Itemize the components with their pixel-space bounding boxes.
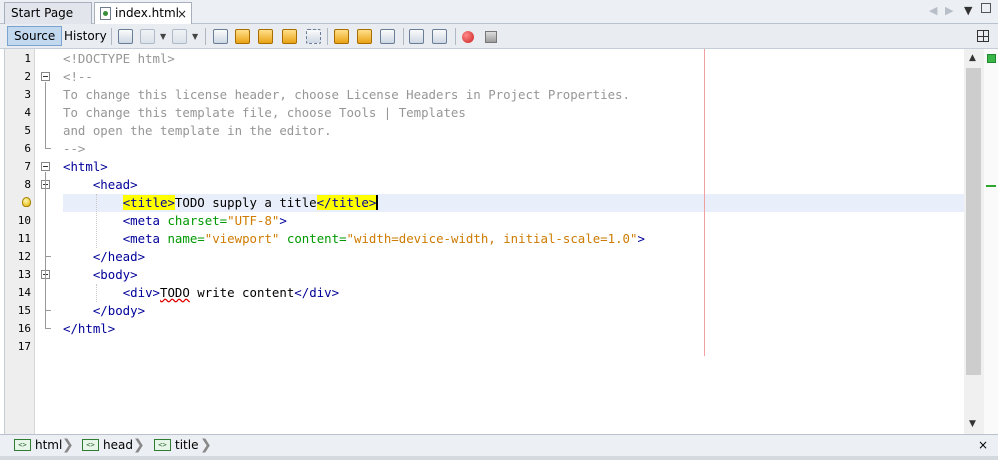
find-icon[interactable] <box>213 29 228 44</box>
line-number: 16 <box>17 322 31 335</box>
chevron-right-icon: ❯ <box>62 437 74 453</box>
html-tag-icon: <> <box>14 439 31 451</box>
line-number: 11 <box>17 232 31 245</box>
fold-collapse-icon[interactable] <box>41 162 50 171</box>
code-line: To change this template file, choose Too… <box>63 105 466 120</box>
line-number: 7 <box>24 160 31 173</box>
editor-toolbar: Source History ▼ ▼ <box>0 24 998 49</box>
text-caret <box>376 195 379 210</box>
code-line: </head> <box>92 249 146 264</box>
code-line: <!-- <box>63 69 93 84</box>
html-file-icon <box>100 7 111 20</box>
spelling-error: TODO <box>160 285 190 300</box>
scroll-tabs-right-icon[interactable]: ▶ <box>945 4 953 17</box>
back-dropdown-icon[interactable]: ▼ <box>160 32 166 41</box>
breadcrumb-item-title[interactable]: title <box>175 438 198 452</box>
breadcrumb: <> html ❯ <> head ❯ <> title ❯ × <box>0 434 998 456</box>
find-selection-icon[interactable] <box>306 29 321 44</box>
code-line: <head> <box>92 177 138 192</box>
previous-bookmark-icon[interactable] <box>334 29 349 44</box>
forward-dropdown-icon[interactable]: ▼ <box>192 32 198 41</box>
scroll-up-icon[interactable]: ▲ <box>969 53 976 63</box>
window-bottom-edge <box>0 456 998 460</box>
start-macro-recording-icon[interactable] <box>462 31 474 43</box>
code-line: <!DOCTYPE html> <box>63 51 175 66</box>
find-previous-icon[interactable] <box>235 29 250 44</box>
tab-label: Start Page <box>11 6 74 20</box>
line-number: 15 <box>17 304 31 317</box>
breadcrumb-item-head[interactable]: head <box>103 438 133 452</box>
line-number: 14 <box>17 286 31 299</box>
forward-icon[interactable] <box>172 29 187 44</box>
vertical-scrollbar[interactable]: ▲ ▼ <box>964 49 984 434</box>
editor-tab-bar: Start Page index.html × ◀ ▶ ▼ <box>0 0 998 25</box>
show-opened-documents-icon[interactable]: ▼ <box>964 4 972 17</box>
history-button[interactable]: History <box>57 26 114 46</box>
matched-tag: </title> <box>316 195 377 210</box>
line-number: 4 <box>24 106 31 119</box>
tab-start-page[interactable]: Start Page <box>4 2 92 24</box>
line-number: 1 <box>24 52 31 65</box>
maximize-window-icon[interactable] <box>981 3 991 13</box>
shift-left-icon[interactable] <box>409 29 424 44</box>
toggle-highlight-search-icon[interactable] <box>282 29 297 44</box>
code-line: --> <box>63 141 86 156</box>
scroll-tabs-left-icon[interactable]: ◀ <box>929 4 937 17</box>
code-line: </body> <box>92 303 146 318</box>
scroll-down-icon[interactable]: ▼ <box>969 419 976 429</box>
line-number: 6 <box>24 142 31 155</box>
line-number: 10 <box>17 214 31 227</box>
no-errors-icon <box>987 54 996 63</box>
code-line: </html> <box>63 321 116 336</box>
scrollbar-thumb[interactable] <box>966 68 981 375</box>
chevron-right-icon: ❯ <box>133 437 145 453</box>
find-next-icon[interactable] <box>258 29 273 44</box>
html-tag-icon: <> <box>154 439 171 451</box>
lightbulb-hint-icon[interactable] <box>22 197 31 207</box>
code-line: <meta charset="UTF-8"> <box>122 213 287 228</box>
line-number: 3 <box>24 88 31 101</box>
close-breadcrumb-icon[interactable]: × <box>978 438 988 452</box>
right-margin-line <box>704 49 705 356</box>
line-number: 17 <box>17 340 31 353</box>
line-number: 12 <box>17 250 31 263</box>
fold-collapse-icon[interactable] <box>41 72 50 81</box>
close-tab-icon[interactable]: × <box>177 7 187 21</box>
line-number: 13 <box>17 268 31 281</box>
code-line: <body> <box>92 267 138 282</box>
line-number: 5 <box>24 124 31 137</box>
code-line: <html> <box>63 159 108 174</box>
code-line: and open the template in the editor. <box>63 123 332 138</box>
code-line: <title>TODO supply a title</title> <box>122 195 379 210</box>
chevron-right-icon: ❯ <box>200 437 212 453</box>
shift-right-icon[interactable] <box>432 29 447 44</box>
next-bookmark-icon[interactable] <box>357 29 372 44</box>
code-editor[interactable]: 1 2 3 4 5 6 7 8 9 10 11 12 13 14 15 16 1… <box>4 49 998 434</box>
last-edit-icon[interactable] <box>118 29 133 44</box>
stop-macro-recording-icon[interactable] <box>485 31 497 43</box>
code-line: <meta name="viewport" content="width=dev… <box>122 231 645 246</box>
error-stripe[interactable] <box>984 49 998 434</box>
toggle-bookmark-icon[interactable] <box>380 29 395 44</box>
line-number: 8 <box>24 178 31 191</box>
tab-label: index.html <box>115 6 179 20</box>
tab-index-html[interactable]: index.html × <box>94 2 192 25</box>
matched-tag: <title> <box>122 195 175 210</box>
code-line: To change this license header, choose Li… <box>63 87 630 102</box>
code-line: <div>TODO write content</div> <box>122 285 340 300</box>
source-button[interactable]: Source <box>7 26 63 46</box>
split-window-icon[interactable] <box>977 30 989 42</box>
annotation-mark[interactable] <box>986 185 996 187</box>
html-tag-icon: <> <box>82 439 99 451</box>
line-number: 2 <box>24 70 31 83</box>
breadcrumb-item-html[interactable]: html <box>35 438 62 452</box>
back-icon[interactable] <box>140 29 155 44</box>
